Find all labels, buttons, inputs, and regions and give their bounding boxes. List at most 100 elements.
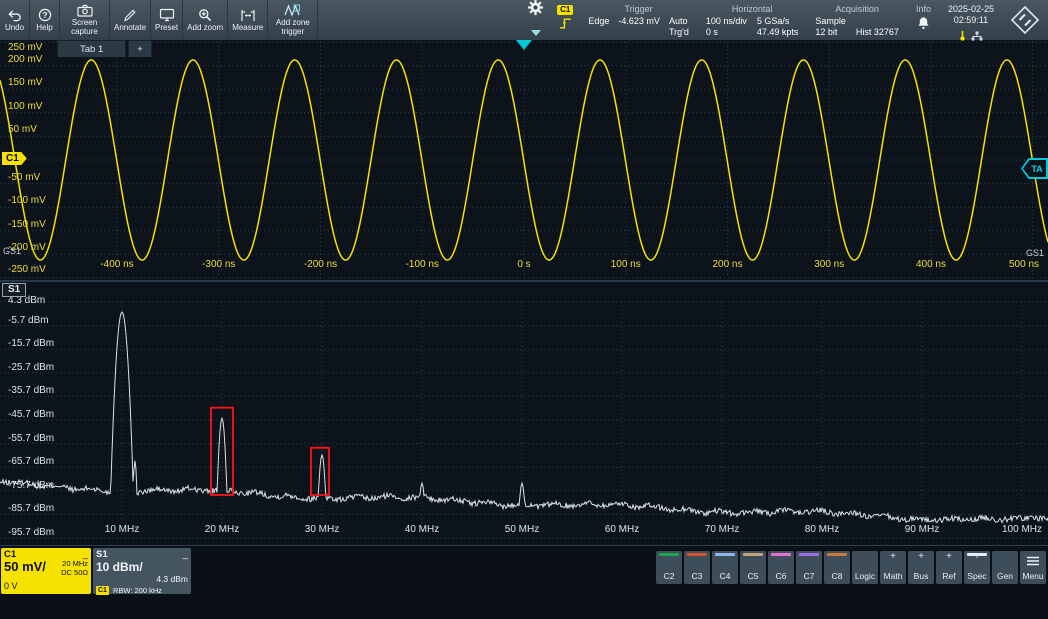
c1-signal-badge[interactable]: C1 _ 50 mV/ 20 MHz DC 50Ω 0 V (1, 548, 91, 594)
measure-button[interactable]: Measure (228, 0, 269, 40)
preset-icon (159, 8, 175, 23)
channel-button-label: C7 (803, 571, 815, 581)
toolbar-buttons: Undo? Help Screen capture Annotate Preset Add… (0, 0, 319, 40)
channel-button-c4[interactable]: C4 (712, 551, 738, 584)
toolbar-status-area: C1 Trigger Edge -4.623 mV Auto Trg'd Hor… (520, 0, 1048, 41)
horizontal-position: 0 s (705, 27, 718, 37)
screen-capture-button[interactable]: Screen capture (60, 0, 110, 40)
s1-source-chip: C1 (96, 586, 109, 595)
toolbar-button-label: Preset (155, 22, 179, 32)
pencil-icon (123, 8, 137, 23)
annotate-button[interactable]: Annotate (110, 0, 152, 40)
grid-label-right: GS1 (1025, 248, 1044, 258)
channel-button-c8[interactable]: C8 (824, 551, 850, 584)
svg-text:?: ? (42, 10, 47, 20)
channel-button-c6[interactable]: C6 (768, 551, 794, 584)
toolbar-button-label: Annotate (114, 22, 147, 32)
trigger-section[interactable]: Trigger Edge -4.623 mV Auto Trg'd (583, 1, 693, 39)
trigger-source-channel-badge: C1 (557, 5, 574, 15)
undo-icon (7, 8, 22, 23)
channel-button-logic[interactable]: Logic (852, 551, 878, 584)
menu-icon (1020, 556, 1046, 566)
channel-button-label: Gen (996, 571, 1014, 581)
trigger-edge-icon (559, 17, 572, 35)
add-icon: + (918, 551, 924, 562)
tab-1[interactable]: Tab 1 (57, 40, 127, 57)
chevron-down-icon (530, 23, 541, 41)
trigger-type: Edge (588, 16, 610, 26)
trigger-level-marker-label: TA (1031, 163, 1043, 174)
info-section[interactable]: Info (911, 1, 936, 39)
trigger-state: Trg'd (668, 27, 689, 37)
channel-color-stripe (799, 553, 819, 556)
c1-vertical-scale: 50 mV/ (4, 559, 46, 574)
toolbar-button-label: Screen capture (71, 18, 98, 36)
spectrum-s1-badge[interactable]: S1 (2, 283, 27, 297)
zone-trigger-box[interactable] (210, 406, 234, 496)
c1-coupling: DC 50Ω (61, 567, 88, 577)
channel-color-stripe (687, 553, 707, 556)
channel-button-label: Ref (942, 571, 956, 581)
channel-button-math[interactable]: + Math (880, 551, 906, 584)
acquisition-section[interactable]: Acquisition Sample 12 bit Hist 32767 (810, 1, 904, 39)
minimize-icon[interactable]: _ (183, 549, 188, 560)
sample-rate: 5 GSa/s (756, 16, 790, 26)
channel-button-c2[interactable]: C2 (656, 551, 682, 584)
preset-button[interactable]: Preset (151, 0, 184, 40)
acquisition-history: Hist 32767 (855, 27, 899, 37)
undo-button[interactable]: Undo (0, 0, 30, 40)
rohde-schwarz-logo-icon (1006, 1, 1044, 39)
help-button[interactable]: ? Help (30, 0, 60, 40)
date-label: 2025-02-25 (947, 4, 994, 14)
channel-color-stripe (659, 553, 679, 556)
horizontal-scale: 100 ns/div (705, 16, 747, 26)
thermometer-icon (959, 28, 966, 46)
channel-button-gen[interactable]: Gen (992, 551, 1018, 584)
add-zoom-button[interactable]: Add zoom (183, 0, 229, 40)
channel-button-c5[interactable]: C5 (740, 551, 766, 584)
tab-bar: Tab 1 + (57, 40, 152, 57)
toolbar-button-label: Add zoom (187, 22, 224, 32)
trigger-section-title: Trigger (624, 4, 653, 14)
s1-ref-level: 4.3 dBm (156, 574, 188, 584)
channel-button-c3[interactable]: C3 (684, 551, 710, 584)
channel-color-stripe (743, 553, 763, 556)
channel-color-stripe (771, 553, 791, 556)
trigger-source-button[interactable]: C1 (554, 1, 576, 39)
trigger-position-marker-icon[interactable] (516, 40, 532, 50)
s1-signal-badge[interactable]: S1 _ 10 dBm/ 4.3 dBm C1 RBW: 200 kHz (93, 548, 191, 595)
zone-trigger-icon (284, 3, 302, 18)
channel-button-label: C3 (691, 571, 703, 581)
spectrum-view[interactable]: 10 MHz 20 MHz 30 MHz 40 MHz 50 MHz 60 MHz 70 M… (0, 282, 1048, 545)
toolbar-button-label: Help (36, 22, 53, 32)
channel-button-label: C8 (831, 571, 843, 581)
help-icon: ? (38, 8, 52, 23)
settings-button[interactable] (524, 0, 547, 41)
datetime-panel: 2025-02-25 02:59:11 (943, 1, 999, 41)
channel-button-ref[interactable]: + Ref (936, 551, 962, 584)
channel-button-label: Math (883, 571, 903, 581)
channel-button-bus[interactable]: + Bus (908, 551, 934, 584)
acquisition-mode: Sample (815, 16, 846, 26)
channel-button-label: C5 (747, 571, 759, 581)
add-icon: + (974, 551, 980, 562)
channel-button-c7[interactable]: C7 (796, 551, 822, 584)
channel-button-spec[interactable]: + Spec (964, 551, 990, 584)
time-label: 02:59:11 (953, 15, 989, 25)
grid-label-left: GS1 (3, 246, 22, 256)
add-tab-button[interactable]: + (128, 40, 152, 57)
channel-button-label: Spec (967, 571, 987, 581)
channel-button-menu[interactable]: Menu (1020, 551, 1046, 584)
add-icon: + (946, 551, 952, 562)
add-zone-trigger-button[interactable]: Add zone trigger (268, 0, 319, 40)
s1-badge-name: S1 (96, 549, 108, 560)
s1-scale: 10 dBm/ (96, 560, 143, 574)
waveform-view[interactable]: -400 ns -300 ns -200 ns -100 ns 0 s 100 ns 200… (0, 40, 1048, 282)
toolbar-button-label: Undo (4, 22, 25, 32)
horizontal-section[interactable]: Horizontal 100 ns/div 5 GSa/s 0 s 47.49 … (701, 1, 804, 39)
horizontal-section-title: Horizontal (731, 4, 773, 14)
info-section-title: Info (915, 4, 931, 14)
trigger-level: -4.623 mV (618, 16, 660, 26)
gear-icon (527, 0, 544, 21)
channel-button-label: Menu (1022, 571, 1044, 581)
